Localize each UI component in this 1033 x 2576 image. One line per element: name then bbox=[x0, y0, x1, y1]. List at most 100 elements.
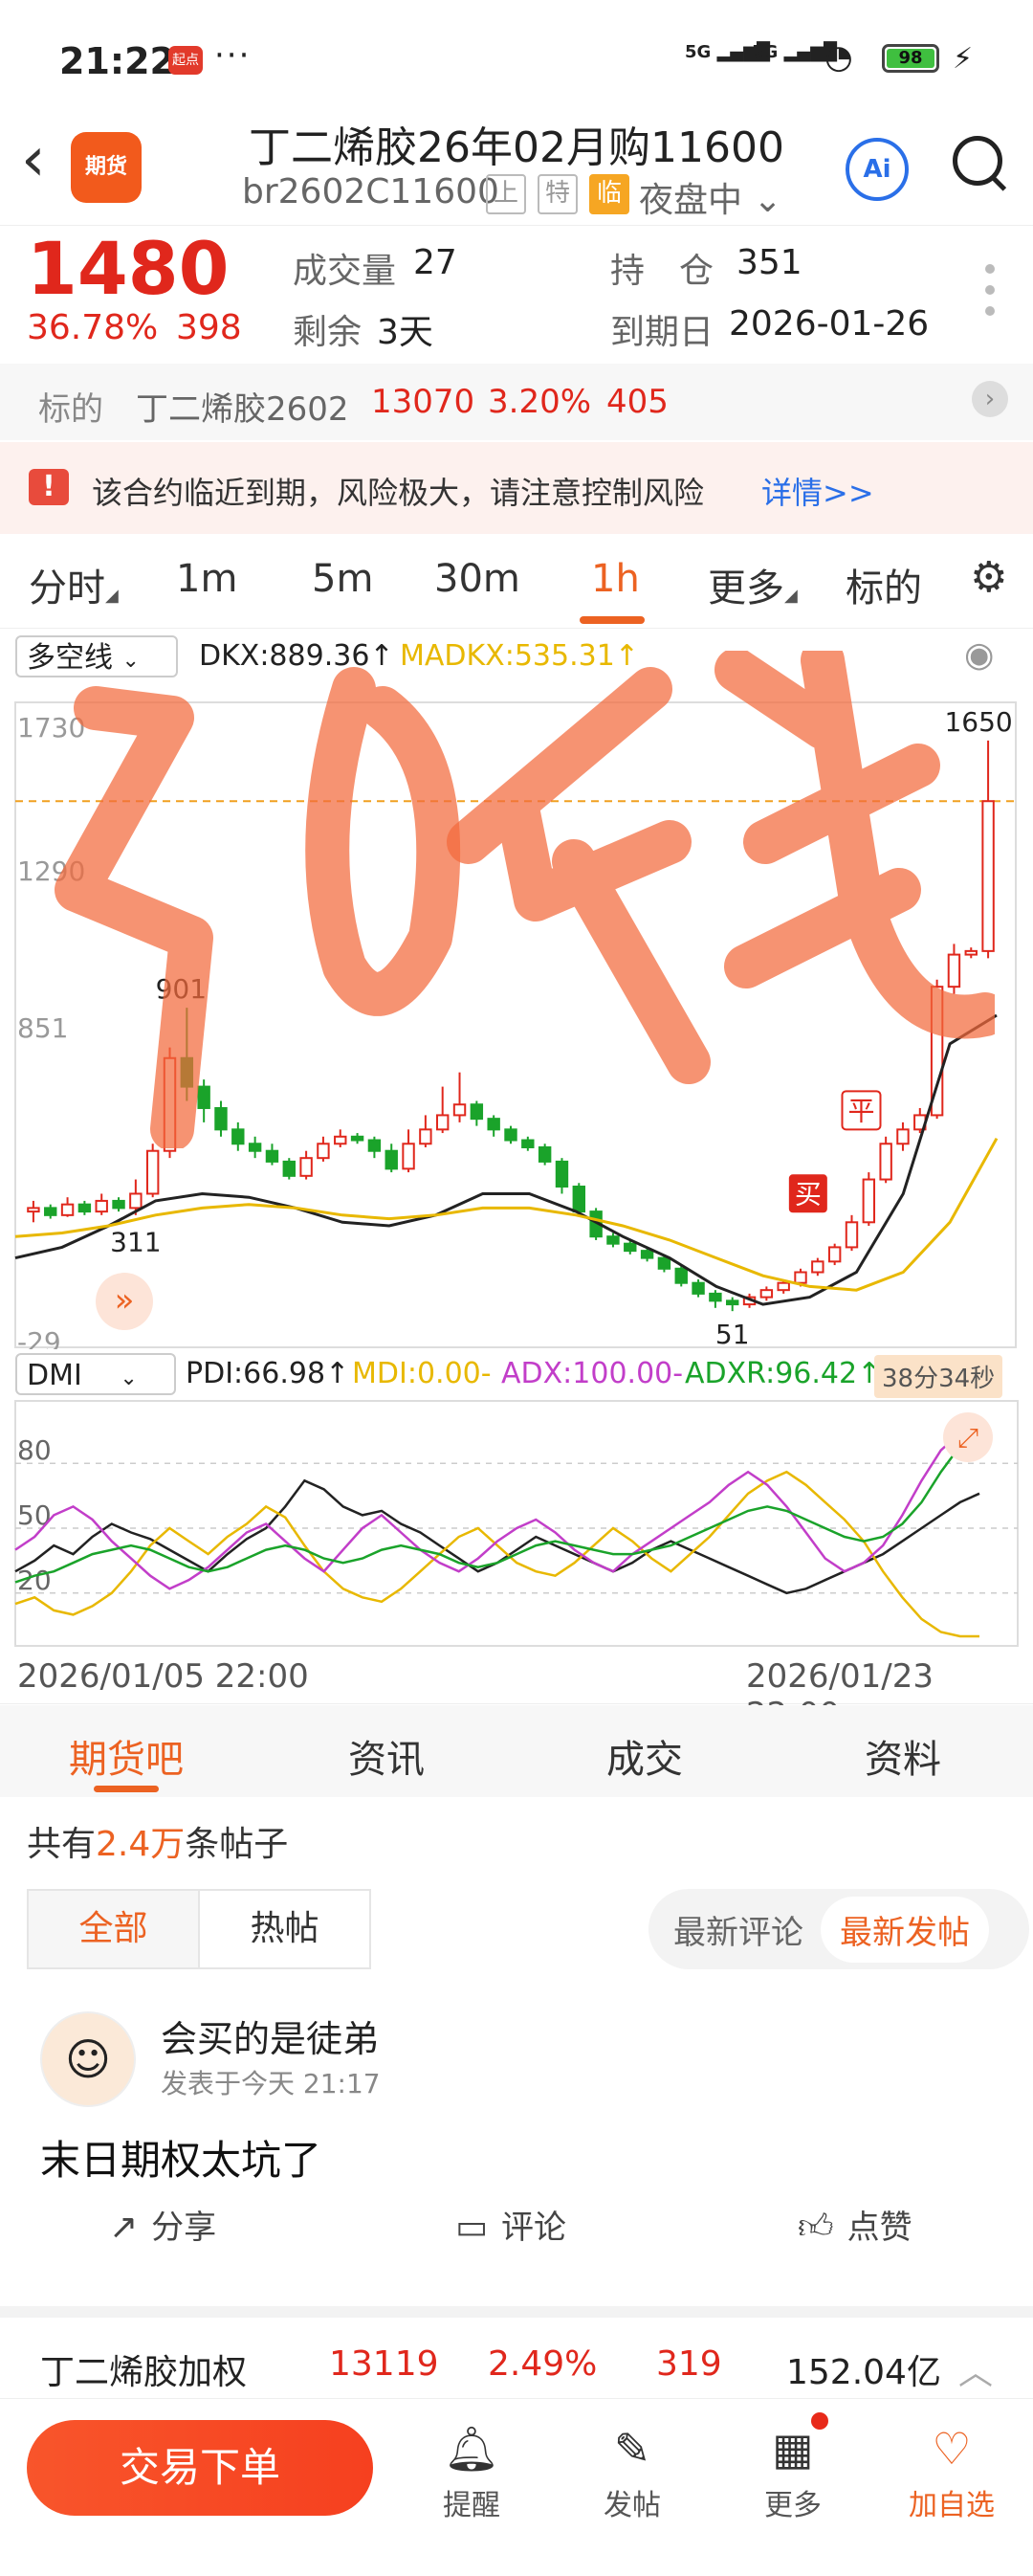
trade-button[interactable]: 交易下单 bbox=[27, 2420, 373, 2516]
tab-timeshare[interactable]: 分时◢ bbox=[29, 557, 119, 612]
tag-te: 特 bbox=[538, 174, 579, 214]
chevron-down-icon: ⌄ bbox=[121, 649, 140, 673]
tab-5m[interactable]: 5m bbox=[312, 557, 373, 601]
sort-latest-comment[interactable]: 最新评论 bbox=[673, 1906, 803, 1953]
eye-icon[interactable]: ◉ bbox=[964, 635, 994, 675]
dmi-line-adxr bbox=[14, 1428, 980, 1584]
volume-label: 成交量 bbox=[293, 252, 397, 291]
post-count: 共有2.4万条帖子 bbox=[27, 1816, 288, 1866]
candle-body bbox=[231, 1128, 245, 1145]
last-price: 1480 bbox=[27, 226, 230, 311]
status-bar: 21:22 起点 ··· 5G ▂▄▆█ 5G ▂▄▆█ ◔ 98 ⚡ bbox=[0, 0, 1033, 115]
dmi-indicator-bar: DMI ⌄ PDI:66.98↑ MDI:0.00- ADX:100.00- A… bbox=[0, 1347, 1033, 1401]
nav-remind[interactable]: 🔔︎ 提醒 bbox=[419, 2422, 524, 2523]
share-icon: ↗ bbox=[109, 2208, 139, 2247]
candle-body bbox=[896, 1128, 910, 1145]
tag-lin: 临 bbox=[589, 174, 630, 214]
candle-body bbox=[129, 1192, 143, 1210]
candle-body bbox=[248, 1143, 262, 1152]
network-label: 5G bbox=[685, 42, 712, 62]
fullscreen-icon-glyph: ⤢ bbox=[957, 1422, 978, 1454]
main-indicator-select[interactable]: 多空线 ⌄ bbox=[15, 635, 178, 677]
adx-value: ADX:100.00- bbox=[501, 1357, 684, 1390]
avatar[interactable]: ☺ bbox=[40, 2011, 136, 2107]
candle-body bbox=[674, 1267, 688, 1284]
candle-body bbox=[452, 1103, 467, 1117]
sort-latest-post[interactable]: 最新发帖 bbox=[821, 1897, 989, 1963]
weighted-name: 丁二烯胶加权 bbox=[40, 2353, 248, 2392]
caret-icon: ◢ bbox=[105, 586, 119, 606]
header: ‹ 期货 丁二烯胶26年02月购11600 br2602C11600 上 特 临… bbox=[0, 105, 1033, 225]
post-count-prefix: 共有 bbox=[27, 1825, 97, 1864]
candle-body bbox=[77, 1203, 92, 1213]
filter-all[interactable]: 全部 bbox=[29, 1891, 200, 1967]
nav-label: 加自选 bbox=[909, 2489, 995, 2522]
nav-more[interactable]: ▦ 更多 bbox=[740, 2422, 846, 2523]
candle-body bbox=[640, 1250, 654, 1259]
settings-icon[interactable]: ⚙ bbox=[970, 553, 1007, 602]
chevron-down-icon: ⌄ bbox=[120, 1366, 138, 1390]
series-line-madkx bbox=[14, 1137, 999, 1292]
tab-30m[interactable]: 30m bbox=[434, 557, 520, 601]
search-icon[interactable] bbox=[953, 136, 1002, 186]
back-button[interactable]: ‹ bbox=[21, 124, 46, 195]
candle-body bbox=[827, 1246, 842, 1263]
kline-chart[interactable]: 1730 1290 851 -29 1650 901 311 51 买 平 » bbox=[0, 689, 1033, 1349]
dmi-chart[interactable]: 805020 ⤢ bbox=[0, 1399, 1033, 1650]
wifi-icon: ◔ bbox=[824, 38, 853, 77]
tab-trades[interactable]: 成交 bbox=[606, 1728, 683, 1784]
candle-body bbox=[709, 1292, 722, 1302]
tab-more[interactable]: 更多◢ bbox=[708, 557, 798, 612]
comment-button[interactable]: ▭ 评论 bbox=[455, 2201, 566, 2248]
session-dropdown[interactable]: 夜盘中 ⌄ bbox=[639, 172, 782, 222]
candle-body bbox=[504, 1128, 517, 1142]
tab-1m[interactable]: 1m bbox=[176, 557, 237, 601]
battery-level: 98 bbox=[887, 49, 934, 68]
candle-body bbox=[367, 1139, 382, 1152]
adxr-value: ADXR:96.42↑ bbox=[685, 1357, 882, 1390]
post-username[interactable]: 会买的是徒弟 bbox=[161, 2010, 379, 2062]
details-link[interactable]: 详情>> bbox=[761, 469, 874, 513]
tab-news[interactable]: 资讯 bbox=[348, 1728, 425, 1784]
more-vertical-icon[interactable] bbox=[985, 264, 995, 327]
underlying-bar[interactable]: 标的 丁二烯胶2602 13070 3.20% 405 › bbox=[0, 364, 1033, 440]
tab-info[interactable]: 资料 bbox=[865, 1728, 941, 1784]
series-line-dkx bbox=[14, 1013, 998, 1306]
weighted-quote-bar[interactable]: 丁二烯胶加权 13119 2.49% 319 152.04亿 ︿ bbox=[0, 2306, 1033, 2409]
nav-favorite[interactable]: ♡ 加自选 bbox=[899, 2422, 1004, 2523]
nav-label: 发帖 bbox=[604, 2489, 661, 2522]
candle-body bbox=[794, 1271, 807, 1284]
post-sort: 最新评论 最新发帖 bbox=[648, 1889, 1029, 1969]
period-tabs: 分时◢ 1m 5m 30m 1h 更多◢ 标的 ⚙ bbox=[0, 536, 1033, 629]
dmi-y-tick: 80 bbox=[17, 1434, 52, 1466]
ai-button[interactable]: Ai bbox=[846, 138, 909, 201]
dmi-y-tick: 50 bbox=[17, 1499, 52, 1531]
caret-icon: ◢ bbox=[784, 586, 798, 606]
chevron-right-icon: › bbox=[972, 381, 1008, 417]
candle-body bbox=[947, 953, 961, 988]
chevron-down-icon: ⌄ bbox=[753, 181, 782, 220]
underlying-pct: 3.20% bbox=[488, 383, 592, 421]
app-logo: 期货 bbox=[71, 132, 142, 203]
open-interest-value: 351 bbox=[736, 243, 802, 282]
select-label: 多空线 bbox=[27, 641, 113, 675]
underlying-change: 405 bbox=[606, 383, 669, 421]
share-button[interactable]: ↗ 分享 bbox=[109, 2201, 216, 2248]
candle-body bbox=[60, 1203, 75, 1216]
alert-icon: ! bbox=[29, 469, 69, 505]
tab-1h[interactable]: 1h bbox=[591, 557, 640, 601]
nav-post[interactable]: ✎ 发帖 bbox=[580, 2422, 685, 2523]
dmi-frame bbox=[14, 1400, 1019, 1647]
candle-body bbox=[282, 1160, 296, 1177]
sub-indicator-select[interactable]: DMI ⌄ bbox=[15, 1353, 176, 1395]
edit-icon: ✎ bbox=[613, 2423, 651, 2475]
tab-forum[interactable]: 期货吧 bbox=[69, 1728, 184, 1784]
active-tab-indicator bbox=[94, 1786, 159, 1792]
filter-hot[interactable]: 热帖 bbox=[200, 1891, 369, 1967]
post-content[interactable]: 末日期权太坑了 bbox=[40, 2128, 321, 2187]
like-button[interactable]: 👍︎ 点赞 bbox=[798, 2201, 912, 2248]
chevron-up-icon[interactable]: ︿ bbox=[958, 2344, 993, 2394]
tab-underlying[interactable]: 标的 bbox=[846, 557, 922, 612]
grid-icon: ▦ bbox=[772, 2423, 814, 2475]
candle-body bbox=[777, 1281, 790, 1292]
